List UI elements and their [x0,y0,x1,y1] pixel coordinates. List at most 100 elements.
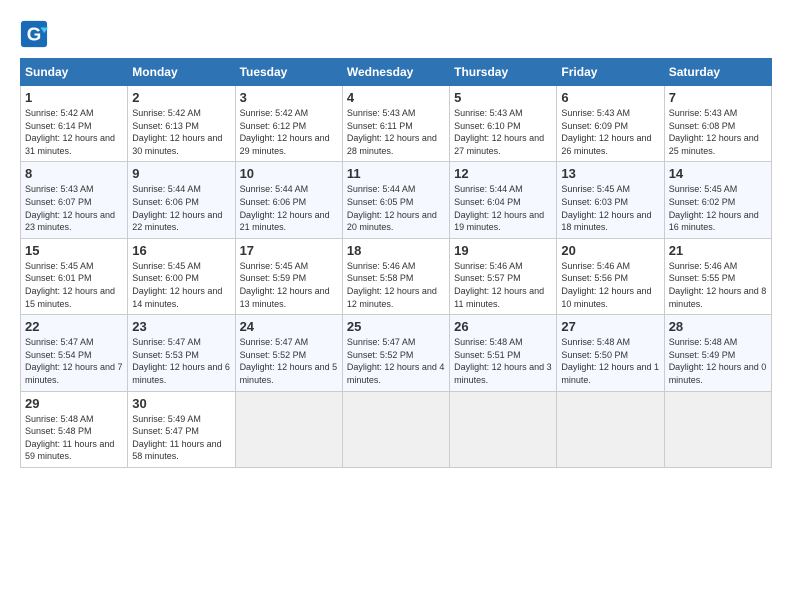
table-row: 10 Sunrise: 5:44 AMSunset: 6:06 PMDayligh… [235,162,342,238]
day-detail: Sunrise: 5:48 AMSunset: 5:51 PMDaylight:… [454,336,552,386]
day-number: 30 [132,396,230,411]
day-detail: Sunrise: 5:43 AMSunset: 6:10 PMDaylight:… [454,107,552,157]
day-detail: Sunrise: 5:44 AMSunset: 6:06 PMDaylight:… [132,183,230,233]
day-detail: Sunrise: 5:45 AMSunset: 6:03 PMDaylight:… [561,183,659,233]
day-number: 11 [347,166,445,181]
day-detail: Sunrise: 5:46 AMSunset: 5:56 PMDaylight:… [561,260,659,310]
table-row: 8 Sunrise: 5:43 AMSunset: 6:07 PMDaylight… [21,162,128,238]
day-number: 2 [132,90,230,105]
day-number: 6 [561,90,659,105]
day-detail: Sunrise: 5:42 AMSunset: 6:14 PMDaylight:… [25,107,123,157]
day-detail: Sunrise: 5:43 AMSunset: 6:09 PMDaylight:… [561,107,659,157]
table-row [664,391,771,467]
table-row: 21 Sunrise: 5:46 AMSunset: 5:55 PMDayligh… [664,238,771,314]
day-number: 3 [240,90,338,105]
day-number: 29 [25,396,123,411]
day-number: 4 [347,90,445,105]
col-header-sunday: Sunday [21,59,128,86]
day-number: 5 [454,90,552,105]
table-row [342,391,449,467]
table-row: 5 Sunrise: 5:43 AMSunset: 6:10 PMDaylight… [450,86,557,162]
table-row: 20 Sunrise: 5:46 AMSunset: 5:56 PMDayligh… [557,238,664,314]
table-row: 22 Sunrise: 5:47 AMSunset: 5:54 PMDayligh… [21,315,128,391]
table-row: 6 Sunrise: 5:43 AMSunset: 6:09 PMDaylight… [557,86,664,162]
day-number: 27 [561,319,659,334]
day-detail: Sunrise: 5:47 AMSunset: 5:54 PMDaylight:… [25,336,123,386]
day-detail: Sunrise: 5:49 AMSunset: 5:47 PMDaylight:… [132,413,230,463]
day-number: 10 [240,166,338,181]
day-number: 18 [347,243,445,258]
table-row: 24 Sunrise: 5:47 AMSunset: 5:52 PMDayligh… [235,315,342,391]
logo: G [20,20,52,48]
day-detail: Sunrise: 5:43 AMSunset: 6:07 PMDaylight:… [25,183,123,233]
day-detail: Sunrise: 5:48 AMSunset: 5:49 PMDaylight:… [669,336,767,386]
table-row [235,391,342,467]
day-number: 22 [25,319,123,334]
day-detail: Sunrise: 5:45 AMSunset: 6:01 PMDaylight:… [25,260,123,310]
day-detail: Sunrise: 5:48 AMSunset: 5:48 PMDaylight:… [25,413,123,463]
col-header-friday: Friday [557,59,664,86]
day-detail: Sunrise: 5:47 AMSunset: 5:53 PMDaylight:… [132,336,230,386]
day-detail: Sunrise: 5:46 AMSunset: 5:55 PMDaylight:… [669,260,767,310]
day-detail: Sunrise: 5:44 AMSunset: 6:05 PMDaylight:… [347,183,445,233]
day-detail: Sunrise: 5:44 AMSunset: 6:04 PMDaylight:… [454,183,552,233]
day-number: 1 [25,90,123,105]
table-row: 25 Sunrise: 5:47 AMSunset: 5:52 PMDayligh… [342,315,449,391]
week-row-4: 22 Sunrise: 5:47 AMSunset: 5:54 PMDayligh… [21,315,772,391]
logo-icon: G [20,20,48,48]
day-detail: Sunrise: 5:48 AMSunset: 5:50 PMDaylight:… [561,336,659,386]
day-detail: Sunrise: 5:42 AMSunset: 6:13 PMDaylight:… [132,107,230,157]
col-header-tuesday: Tuesday [235,59,342,86]
week-row-3: 15 Sunrise: 5:45 AMSunset: 6:01 PMDayligh… [21,238,772,314]
day-number: 23 [132,319,230,334]
table-row [557,391,664,467]
table-row: 30 Sunrise: 5:49 AMSunset: 5:47 PMDayligh… [128,391,235,467]
table-row: 4Sunrise: 5:43 AMSunset: 6:11 PMDaylight… [342,86,449,162]
day-number: 28 [669,319,767,334]
page-header: G [20,20,772,48]
day-detail: Sunrise: 5:43 AMSunset: 6:08 PMDaylight:… [669,107,767,157]
table-row: 26 Sunrise: 5:48 AMSunset: 5:51 PMDayligh… [450,315,557,391]
day-detail: Sunrise: 5:42 AMSunset: 6:12 PMDaylight:… [240,107,338,157]
table-row: 1 Sunrise: 5:42 AMSunset: 6:14 PMDaylight… [21,86,128,162]
table-row: 9 Sunrise: 5:44 AMSunset: 6:06 PMDaylight… [128,162,235,238]
table-row: 15 Sunrise: 5:45 AMSunset: 6:01 PMDayligh… [21,238,128,314]
day-number: 16 [132,243,230,258]
table-row: 2 Sunrise: 5:42 AMSunset: 6:13 PMDaylight… [128,86,235,162]
day-detail: Sunrise: 5:45 AMSunset: 6:02 PMDaylight:… [669,183,767,233]
day-detail: Sunrise: 5:46 AMSunset: 5:57 PMDaylight:… [454,260,552,310]
day-number: 26 [454,319,552,334]
day-number: 8 [25,166,123,181]
col-header-thursday: Thursday [450,59,557,86]
col-header-wednesday: Wednesday [342,59,449,86]
day-number: 7 [669,90,767,105]
day-number: 25 [347,319,445,334]
week-row-1: 1 Sunrise: 5:42 AMSunset: 6:14 PMDaylight… [21,86,772,162]
day-detail: Sunrise: 5:44 AMSunset: 6:06 PMDaylight:… [240,183,338,233]
table-row: 7 Sunrise: 5:43 AMSunset: 6:08 PMDaylight… [664,86,771,162]
calendar-table: SundayMondayTuesdayWednesdayThursdayFrid… [20,58,772,468]
day-detail: Sunrise: 5:47 AMSunset: 5:52 PMDaylight:… [240,336,338,386]
col-header-saturday: Saturday [664,59,771,86]
table-row: 27 Sunrise: 5:48 AMSunset: 5:50 PMDayligh… [557,315,664,391]
day-number: 21 [669,243,767,258]
day-number: 24 [240,319,338,334]
col-header-monday: Monday [128,59,235,86]
table-row: 23 Sunrise: 5:47 AMSunset: 5:53 PMDayligh… [128,315,235,391]
table-row [450,391,557,467]
day-number: 9 [132,166,230,181]
table-row: 29 Sunrise: 5:48 AMSunset: 5:48 PMDayligh… [21,391,128,467]
table-row: 14 Sunrise: 5:45 AMSunset: 6:02 PMDayligh… [664,162,771,238]
table-row: 18Sunrise: 5:46 AMSunset: 5:58 PMDayligh… [342,238,449,314]
day-number: 19 [454,243,552,258]
day-number: 20 [561,243,659,258]
day-number: 17 [240,243,338,258]
table-row: 3 Sunrise: 5:42 AMSunset: 6:12 PMDaylight… [235,86,342,162]
table-row: 19 Sunrise: 5:46 AMSunset: 5:57 PMDayligh… [450,238,557,314]
day-number: 15 [25,243,123,258]
table-row: 13Sunrise: 5:45 AMSunset: 6:03 PMDayligh… [557,162,664,238]
day-detail: Sunrise: 5:47 AMSunset: 5:52 PMDaylight:… [347,336,445,386]
day-number: 12 [454,166,552,181]
day-number: 14 [669,166,767,181]
svg-text:G: G [27,24,42,45]
